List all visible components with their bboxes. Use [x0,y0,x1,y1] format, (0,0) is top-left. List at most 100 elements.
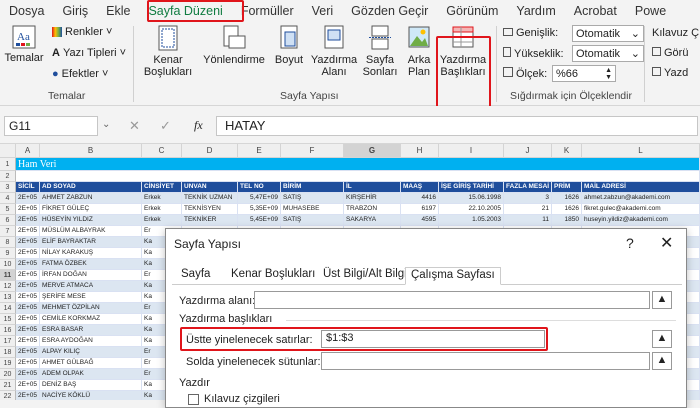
table-cell[interactable]: KIRŞEHİR [344,193,401,204]
table-cell[interactable]: 2E+05 [16,325,40,336]
table-cell[interactable]: ahmet.zabzun@akademi.com [582,193,700,204]
effects-button[interactable]: ● Efektler ˅ [52,68,108,80]
header-cell[interactable]: FAZLA MESAİ [504,182,552,193]
table-cell[interactable]: DENİZ BAŞ [40,380,142,391]
column-header[interactable]: F [281,144,344,158]
gridlines-view-checkbox[interactable]: Görü [652,47,688,59]
column-header[interactable]: C [142,144,182,158]
themes-button[interactable]: Aa Temalar [4,24,44,64]
row-header[interactable]: 13 [0,292,16,303]
row-header[interactable]: 20 [0,369,16,380]
table-cell[interactable]: ESRA AYDOĞAN [40,336,142,347]
tab-page-layout[interactable]: Sayfa Düzeni [139,4,231,22]
row-header[interactable]: 21 [0,380,16,391]
tab-review[interactable]: Gözden Geçir [342,4,437,22]
function-icon[interactable]: fx [194,118,203,133]
table-cell[interactable]: ESRA BASAR [40,325,142,336]
tab-home[interactable]: Giriş [53,4,97,22]
table-cell[interactable]: 2E+05 [16,380,40,391]
table-cell[interactable]: 2E+05 [16,270,40,281]
header-cell[interactable]: MAİL ADRESİ [582,182,700,193]
row-header[interactable]: 12 [0,281,16,292]
row-header[interactable]: 11 [0,270,16,281]
tab-insert[interactable]: Ekle [97,4,139,22]
table-cell[interactable]: NİLAY KARAKUŞ [40,248,142,259]
row-header[interactable]: 8 [0,237,16,248]
collapse-dialog-button[interactable]: ▲ [652,291,672,309]
table-cell[interactable]: FATMA ÖZBEK [40,259,142,270]
column-header[interactable]: L [582,144,700,158]
row-header[interactable]: 7 [0,226,16,237]
table-cell[interactable]: TEKNİSYEN [182,204,238,215]
tab-view[interactable]: Görünüm [437,4,507,22]
dialog-tab-page[interactable]: Sayfa [176,267,215,285]
table-cell[interactable]: ELİF BAYRAKTAR [40,237,142,248]
table-cell[interactable]: 2E+05 [16,347,40,358]
table-cell[interactable]: 2E+05 [16,303,40,314]
table-cell[interactable]: 2E+05 [16,292,40,303]
columns-to-repeat-input[interactable] [321,352,650,370]
name-box-dropdown-icon[interactable]: ⌄ [102,119,110,130]
print-area-input[interactable] [254,291,650,309]
table-cell[interactable]: TEKNİK UZMAN [182,193,238,204]
tab-data[interactable]: Veri [303,4,343,22]
help-icon[interactable]: ? [626,235,634,251]
table-cell[interactable]: 2E+05 [16,358,40,369]
table-cell[interactable]: HÜSEYİN YILDIZ [40,215,142,226]
header-cell[interactable]: AD SOYAD [40,182,142,193]
row-header[interactable]: 16 [0,325,16,336]
table-cell[interactable]: Erkek [142,193,182,204]
table-cell[interactable]: 5,45E+09 [238,215,281,226]
header-cell[interactable]: BİRİM [281,182,344,193]
height-select[interactable]: Otomatik ⌄ [572,45,644,62]
table-cell[interactable]: 1626 [552,204,582,215]
table-cell[interactable]: 2E+05 [16,193,40,204]
table-cell[interactable]: 4416 [401,193,439,204]
table-cell[interactable]: huseyin.yildiz@akademi.com [582,215,700,226]
row-header[interactable]: 3 [0,182,16,193]
header-cell[interactable]: UNVAN [182,182,238,193]
table-cell[interactable]: MEHMET ÖZPİLAN [40,303,142,314]
row-header[interactable]: 5 [0,204,16,215]
table-cell[interactable]: İRFAN DOĞAN [40,270,142,281]
collapse-dialog-button[interactable]: ▲ [652,330,672,348]
table-cell[interactable]: FİKRET GÜLEÇ [40,204,142,215]
background-button[interactable]: Arka Plan [403,24,435,78]
sheet-title[interactable]: Ham Veri [16,158,700,171]
table-cell[interactable]: 11 [504,215,552,226]
tab-formulas[interactable]: Formüller [232,4,303,22]
table-cell[interactable]: 2E+05 [16,237,40,248]
column-header[interactable]: A [16,144,40,158]
row-header[interactable]: 6 [0,215,16,226]
table-cell[interactable]: ALPAY KILIÇ [40,347,142,358]
table-cell[interactable]: AHMET GÜLBAĞ [40,358,142,369]
table-cell[interactable]: 2E+05 [16,215,40,226]
tab-file[interactable]: Dosya [0,4,53,22]
table-cell[interactable]: 5,35E+09 [238,204,281,215]
table-cell[interactable]: 4595 [401,215,439,226]
header-cell[interactable]: SİCİL [16,182,40,193]
row-header[interactable]: 2 [0,171,16,182]
breaks-button[interactable]: Sayfa Sonları [360,24,400,78]
header-cell[interactable]: MAAŞ [401,182,439,193]
row-header[interactable]: 17 [0,336,16,347]
row-header[interactable]: 10 [0,259,16,270]
size-button[interactable]: Boyut [272,24,306,66]
header-cell[interactable]: TEL NO [238,182,281,193]
colors-button[interactable]: Renkler ˅ [52,26,112,38]
select-all-corner[interactable] [0,144,16,158]
table-cell[interactable]: fikret.gulec@akademi.com [582,204,700,215]
table-cell[interactable]: SATIŞ [281,215,344,226]
table-cell[interactable]: AHMET ZABZUN [40,193,142,204]
row-header[interactable]: 19 [0,358,16,369]
column-header[interactable]: I [439,144,504,158]
table-cell[interactable]: MUHASEBE [281,204,344,215]
blank-row[interactable] [16,171,700,182]
table-cell[interactable]: TRABZON [344,204,401,215]
enter-icon[interactable]: ✓ [160,118,171,134]
table-cell[interactable]: 2E+05 [16,226,40,237]
table-cell[interactable]: 2E+05 [16,314,40,325]
fonts-button[interactable]: A Yazı Tipleri ˅ [52,47,126,59]
table-cell[interactable]: 2E+05 [16,336,40,347]
name-box[interactable]: G11 [4,116,98,136]
